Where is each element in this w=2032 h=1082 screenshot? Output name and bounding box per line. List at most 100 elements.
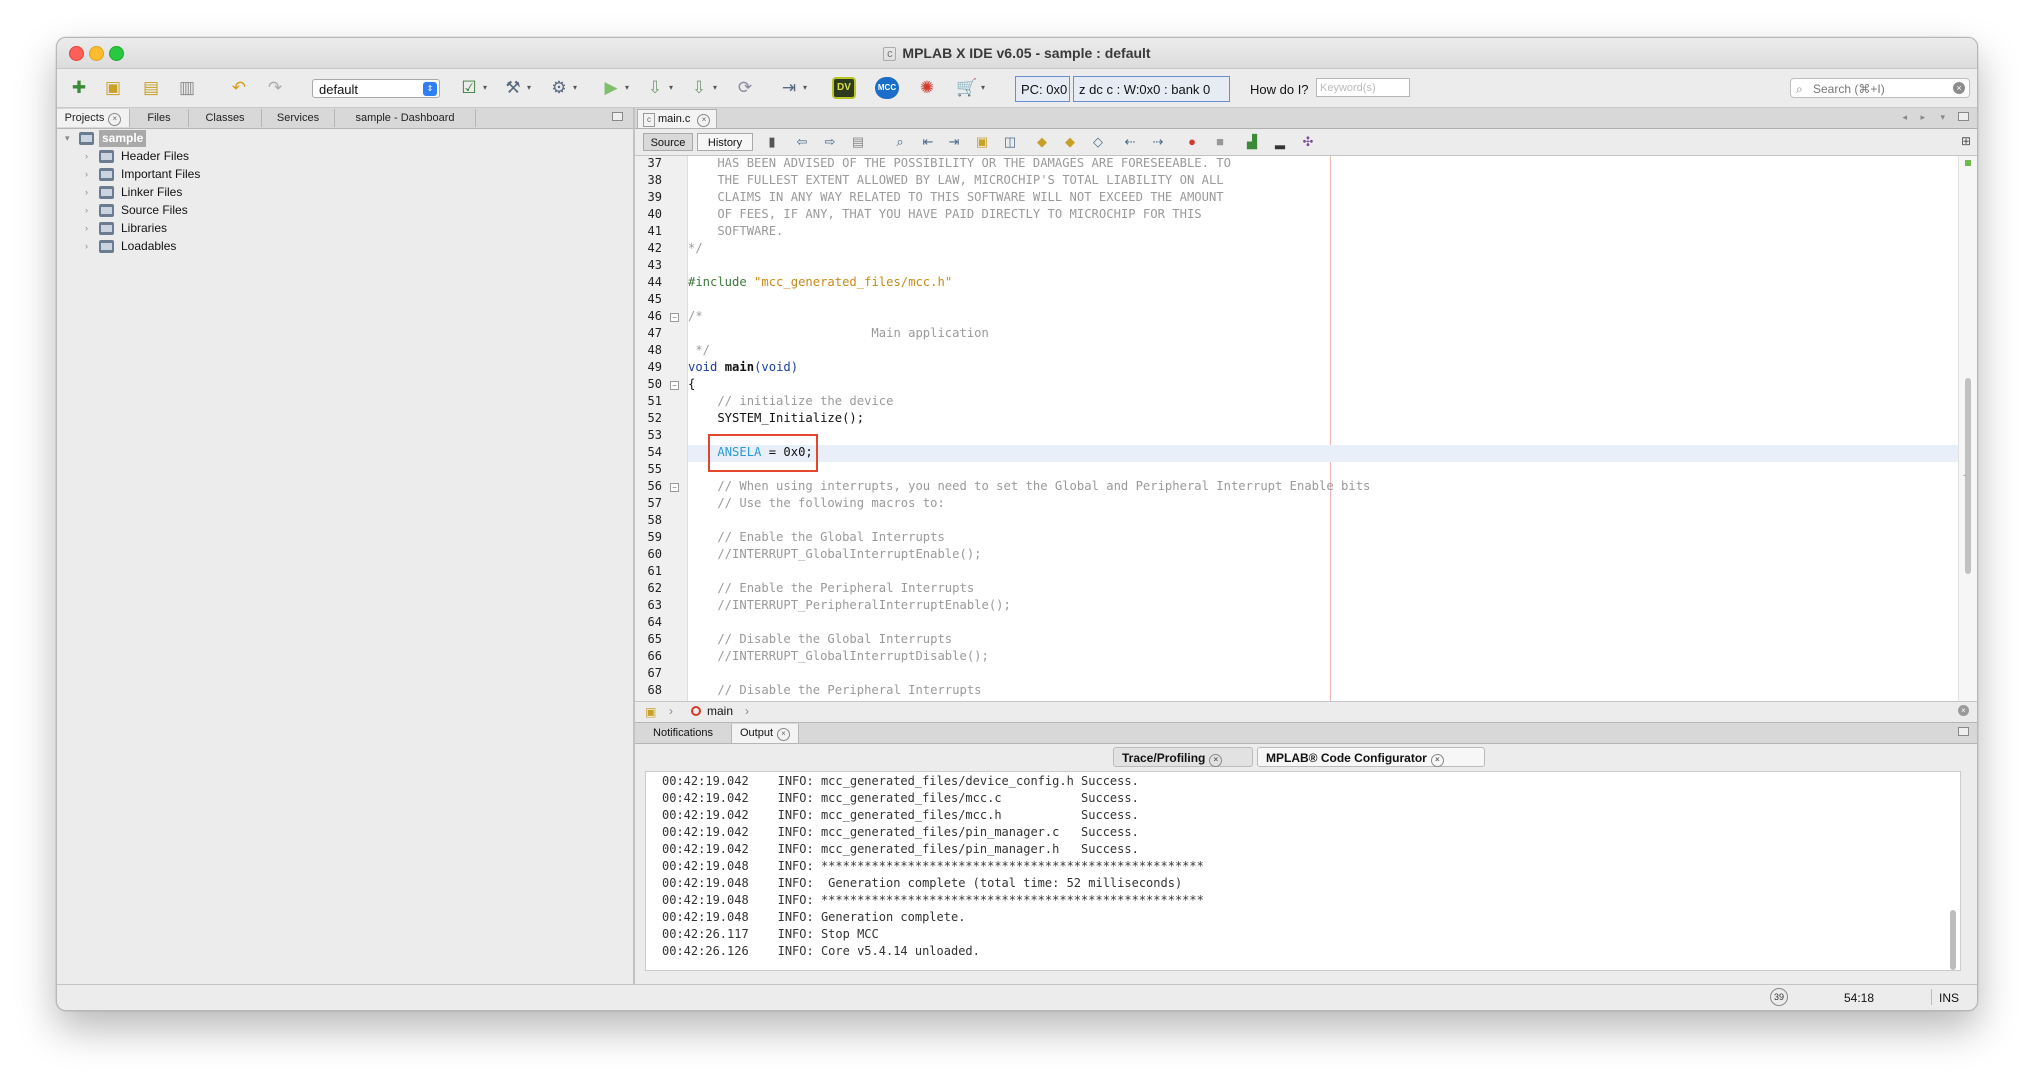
keyword-input[interactable]: Keyword(s) bbox=[1316, 78, 1410, 97]
close-tab-icon[interactable]: × bbox=[777, 728, 791, 741]
history-button[interactable]: History bbox=[697, 133, 753, 151]
code-line[interactable]: // Enable the Peripheral Interrupts bbox=[688, 581, 974, 595]
find-next-icon[interactable]: ⇥ bbox=[945, 133, 963, 151]
code-line[interactable]: /* bbox=[688, 309, 703, 323]
tab-trace-profiling[interactable]: Trace/Profiling × bbox=[1113, 747, 1253, 767]
chevron-down-icon[interactable]: ▾ bbox=[713, 83, 717, 92]
code-line[interactable]: HAS BEEN ADVISED OF THE POSSIBILITY OR T… bbox=[688, 156, 1231, 170]
chevron-down-icon[interactable]: ▾ bbox=[625, 83, 629, 92]
tab-dashboard[interactable]: sample - Dashboard bbox=[335, 109, 476, 127]
project-properties-icon[interactable]: ☑ bbox=[457, 77, 481, 99]
chevron-down-icon[interactable]: ▾ bbox=[669, 83, 673, 92]
configuration-select[interactable]: default ⇕ bbox=[312, 79, 440, 98]
toggle-bookmark-icon[interactable]: ◇ bbox=[1089, 133, 1107, 151]
collapse-arrow-icon[interactable]: › bbox=[85, 166, 88, 183]
file-scope-icon[interactable]: ▣ bbox=[645, 703, 656, 721]
find-icon[interactable]: ⌕ bbox=[891, 133, 909, 151]
close-navbar-icon[interactable]: × bbox=[1958, 705, 1969, 716]
clean-build-icon[interactable]: ⚙ bbox=[547, 77, 571, 99]
code-line[interactable]: //INTERRUPT_GlobalInterruptDisable(); bbox=[688, 649, 989, 663]
code-line[interactable]: { bbox=[688, 377, 695, 391]
fold-toggle-icon[interactable]: − bbox=[670, 313, 679, 322]
collapse-arrow-icon[interactable]: › bbox=[85, 220, 88, 237]
collapse-arrow-icon[interactable]: › bbox=[85, 238, 88, 255]
close-project-icon[interactable]: ▥ bbox=[175, 77, 199, 99]
close-tab-icon[interactable]: × bbox=[697, 114, 711, 127]
chevron-down-icon[interactable]: ▾ bbox=[483, 83, 487, 92]
prev-bookmark-icon[interactable]: ◆ bbox=[1033, 133, 1051, 151]
undo-icon[interactable]: ↶ bbox=[227, 77, 251, 99]
maximize-editor-icon[interactable] bbox=[1958, 112, 1969, 121]
code-area[interactable]: HAS BEEN ADVISED OF THE POSSIBILITY OR T… bbox=[688, 156, 1959, 702]
tab-main-c[interactable]: c main.c × bbox=[637, 109, 717, 128]
code-line[interactable]: OF FEES, IF ANY, THAT YOU HAVE PAID DIRE… bbox=[688, 207, 1201, 221]
tab-classes[interactable]: Classes bbox=[189, 109, 262, 127]
code-line[interactable]: */ bbox=[688, 343, 710, 357]
tab-scroll-right-icon[interactable]: ▸ bbox=[1920, 112, 1925, 123]
expand-arrow-icon[interactable]: ▾ bbox=[65, 130, 70, 147]
code-line[interactable]: SOFTWARE. bbox=[688, 224, 783, 238]
back-icon[interactable]: ⇦ bbox=[793, 133, 811, 151]
output-log[interactable]: 00:42:19.042 INFO: mcc_generated_files/d… bbox=[645, 771, 1961, 971]
read-device-icon[interactable]: ⟳ bbox=[733, 77, 757, 99]
code-line[interactable]: // Disable the Global Interrupts bbox=[688, 632, 952, 646]
shift-right-icon[interactable]: ⇢ bbox=[1149, 133, 1167, 151]
tab-output[interactable]: Output × bbox=[732, 724, 799, 743]
chevron-down-icon[interactable]: ▾ bbox=[981, 83, 985, 92]
next-bookmark-icon[interactable]: ◆ bbox=[1061, 133, 1079, 151]
debug-icon[interactable]: ⇩ bbox=[643, 77, 667, 99]
tab-files[interactable]: Files bbox=[130, 109, 189, 127]
new-file-icon[interactable]: ✚ bbox=[67, 77, 91, 99]
data-visualizer-icon[interactable]: DV bbox=[832, 77, 856, 99]
tab-scroll-left-icon[interactable]: ◂ bbox=[1902, 112, 1907, 123]
last-edit-icon[interactable]: ▮ bbox=[763, 133, 781, 151]
code-line[interactable]: SYSTEM_Initialize(); bbox=[688, 411, 864, 425]
tasks-icon[interactable]: ✣ bbox=[1299, 133, 1317, 151]
forward-icon[interactable]: ⇨ bbox=[821, 133, 839, 151]
split-editor-icon[interactable]: ⊞ bbox=[1961, 134, 1971, 148]
mcc-icon[interactable]: MCC bbox=[875, 77, 899, 99]
tab-projects[interactable]: Projects × bbox=[57, 109, 130, 127]
output-scroll-thumb[interactable] bbox=[1950, 910, 1956, 970]
collapse-arrow-icon[interactable]: › bbox=[85, 184, 88, 201]
toggle-comment-icon[interactable]: ▤ bbox=[849, 133, 867, 151]
chevron-down-icon[interactable]: ▾ bbox=[527, 83, 531, 92]
fold-toggle-icon[interactable]: − bbox=[670, 483, 679, 492]
tab-mcc[interactable]: MPLAB® Code Configurator × bbox=[1257, 747, 1485, 767]
close-tab-icon[interactable]: × bbox=[1430, 754, 1444, 767]
code-line[interactable]: // initialize the device bbox=[688, 394, 893, 408]
comment-icon[interactable]: ▟ bbox=[1243, 133, 1261, 151]
code-line[interactable]: */ bbox=[688, 241, 703, 255]
minimize-panel-icon[interactable] bbox=[612, 112, 623, 121]
open-project-icon[interactable]: ▤ bbox=[139, 77, 163, 99]
search-input[interactable]: ⌕ Search (⌘+I) × bbox=[1790, 78, 1970, 98]
cart-icon[interactable]: 🛒 bbox=[955, 77, 979, 99]
tab-services[interactable]: Services bbox=[262, 109, 335, 127]
stop-macro-icon[interactable]: ■ bbox=[1211, 133, 1229, 151]
code-line[interactable]: void main(void) bbox=[688, 360, 798, 374]
code-line[interactable]: // Enable the Global Interrupts bbox=[688, 530, 944, 544]
collapse-arrow-icon[interactable]: › bbox=[85, 202, 88, 219]
close-tab-icon[interactable]: × bbox=[1209, 754, 1223, 767]
editor-scrollbar[interactable]: ‑ bbox=[1958, 156, 1977, 702]
toggle-highlight-icon[interactable]: ◫ bbox=[1001, 133, 1019, 151]
notifications-icon[interactable]: 39 bbox=[1770, 988, 1788, 1006]
find-selection-icon[interactable]: ▣ bbox=[973, 133, 991, 151]
close-tab-icon[interactable]: × bbox=[108, 113, 122, 126]
code-line[interactable]: Main application bbox=[688, 326, 988, 340]
find-previous-icon[interactable]: ⇤ bbox=[919, 133, 937, 151]
nav-function-name[interactable]: main bbox=[707, 702, 733, 720]
shift-left-icon[interactable]: ⇠ bbox=[1121, 133, 1139, 151]
redo-icon[interactable]: ↷ bbox=[263, 77, 287, 99]
output-scrollbar[interactable] bbox=[1948, 776, 1958, 970]
code-line[interactable]: //INTERRUPT_GlobalInterruptEnable(); bbox=[688, 547, 981, 561]
run-icon[interactable]: ▶ bbox=[599, 77, 623, 99]
ipe-icon[interactable]: ✺ bbox=[915, 77, 939, 99]
code-line[interactable]: THE FULLEST EXTENT ALLOWED BY LAW, MICRO… bbox=[688, 173, 1223, 187]
code-line[interactable]: // Disable the Peripheral Interrupts bbox=[688, 683, 981, 697]
hold-reset-icon[interactable]: ⇥ bbox=[777, 77, 801, 99]
collapse-arrow-icon[interactable]: › bbox=[85, 148, 88, 165]
code-line[interactable]: CLAIMS IN ANY WAY RELATED TO THIS SOFTWA… bbox=[688, 190, 1223, 204]
minimize-panel-icon[interactable] bbox=[1958, 727, 1969, 736]
build-icon[interactable]: ⚒ bbox=[501, 77, 525, 99]
